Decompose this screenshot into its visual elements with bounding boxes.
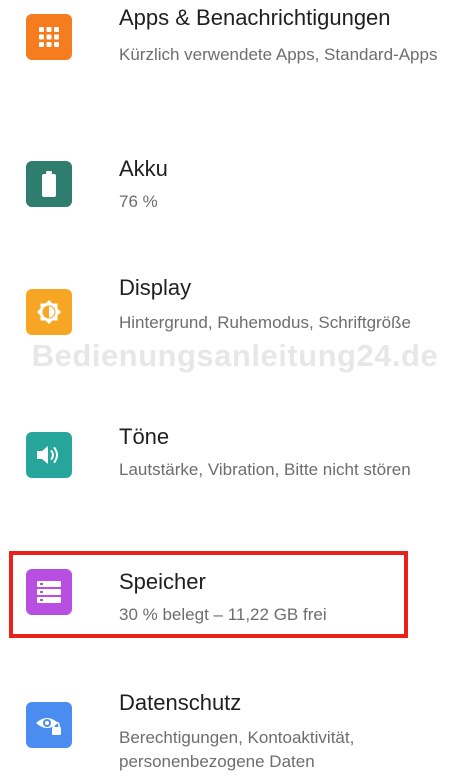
volume-icon: [26, 432, 72, 478]
settings-item-privacy[interactable]: Datenschutz Berechtigungen, Kontoaktivit…: [0, 680, 470, 778]
settings-item-sound[interactable]: Töne Lautstärke, Vibration, Bitte nicht …: [0, 410, 470, 530]
settings-item-title: Akku: [119, 156, 168, 181]
settings-item-battery[interactable]: Akku 76 %: [0, 130, 470, 240]
apps-grid-icon: [26, 14, 72, 60]
settings-item-apps[interactable]: Apps & Benachrichtigungen Kürzlich verwe…: [0, 0, 470, 120]
storage-icon: [26, 569, 72, 615]
settings-item-title: Datenschutz: [119, 690, 242, 715]
settings-item-title: Display: [119, 275, 192, 300]
battery-icon: [26, 161, 72, 207]
settings-item-summary: Berechtigungen, Kontoaktivität, personen…: [119, 728, 355, 771]
settings-item-summary: Hintergrund, Ruhemodus, Schriftgröße: [119, 313, 411, 332]
settings-item-summary: Kürzlich verwendete Apps, Standard-Apps: [119, 45, 438, 64]
settings-item-summary: 30 % belegt – 11,22 GB frei: [119, 605, 327, 624]
privacy-eye-lock-icon: [26, 702, 72, 748]
settings-item-title: Töne: [119, 424, 170, 449]
settings-item-display[interactable]: Display Hintergrund, Ruhemodus, Schriftg…: [0, 265, 470, 385]
settings-list: Apps & Benachrichtigungen Kürzlich verwe…: [0, 0, 470, 778]
settings-item-storage[interactable]: Speicher 30 % belegt – 11,22 GB frei: [0, 555, 470, 635]
settings-item-summary: 76 %: [119, 192, 158, 211]
settings-item-title: Apps & Benachrichtigungen: [119, 5, 391, 30]
brightness-icon: [26, 289, 72, 335]
settings-item-title: Speicher: [119, 569, 206, 594]
settings-item-summary: Lautstärke, Vibration, Bitte nicht störe…: [119, 460, 411, 479]
